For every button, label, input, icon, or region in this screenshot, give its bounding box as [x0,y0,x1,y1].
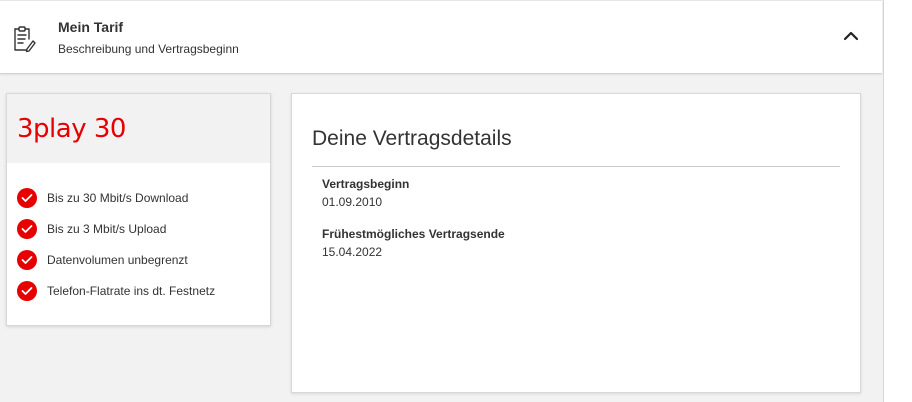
divider [312,166,840,167]
contract-details-card: Deine Vertragsdetails Vertragsbeginn 01.… [291,93,861,393]
contract-end-label: Frühestmögliches Vertragsende [322,227,505,241]
accordion-subtitle: Beschreibung und Vertragsbeginn [58,42,239,56]
contract-end-value: 15.04.2022 [322,245,383,259]
accordion-header-mein-tarif[interactable]: Mein Tarif Beschreibung und Vertragsbegi… [0,0,882,74]
tariff-panel: Mein Tarif Beschreibung und Vertragsbegi… [0,0,884,402]
page: Mein Tarif Beschreibung und Vertragsbegi… [0,0,912,402]
document-edit-icon [12,25,36,53]
feature-label: Bis zu 30 Mbit/s Download [47,191,189,205]
checkmark-icon [17,250,37,270]
details-title: Deine Vertragsdetails [312,127,512,150]
contract-start-label: Vertragsbeginn [322,177,410,191]
tariff-card-header: 3play 30 [7,94,270,163]
checkmark-icon [17,188,37,208]
tariff-card: 3play 30 Bis zu 30 Mbit/s Download Bis z… [6,93,271,326]
chevron-up-icon[interactable] [842,29,860,43]
feature-label: Telefon-Flatrate ins dt. Festnetz [47,284,216,298]
feature-label: Bis zu 3 Mbit/s Upload [47,222,167,236]
tariff-name: 3play 30 [17,114,126,144]
accordion-title: Mein Tarif [58,19,124,35]
checkmark-icon [17,281,37,301]
checkmark-icon [17,219,37,239]
contract-start-value: 01.09.2010 [322,195,383,209]
feature-label: Datenvolumen unbegrenzt [47,253,188,267]
